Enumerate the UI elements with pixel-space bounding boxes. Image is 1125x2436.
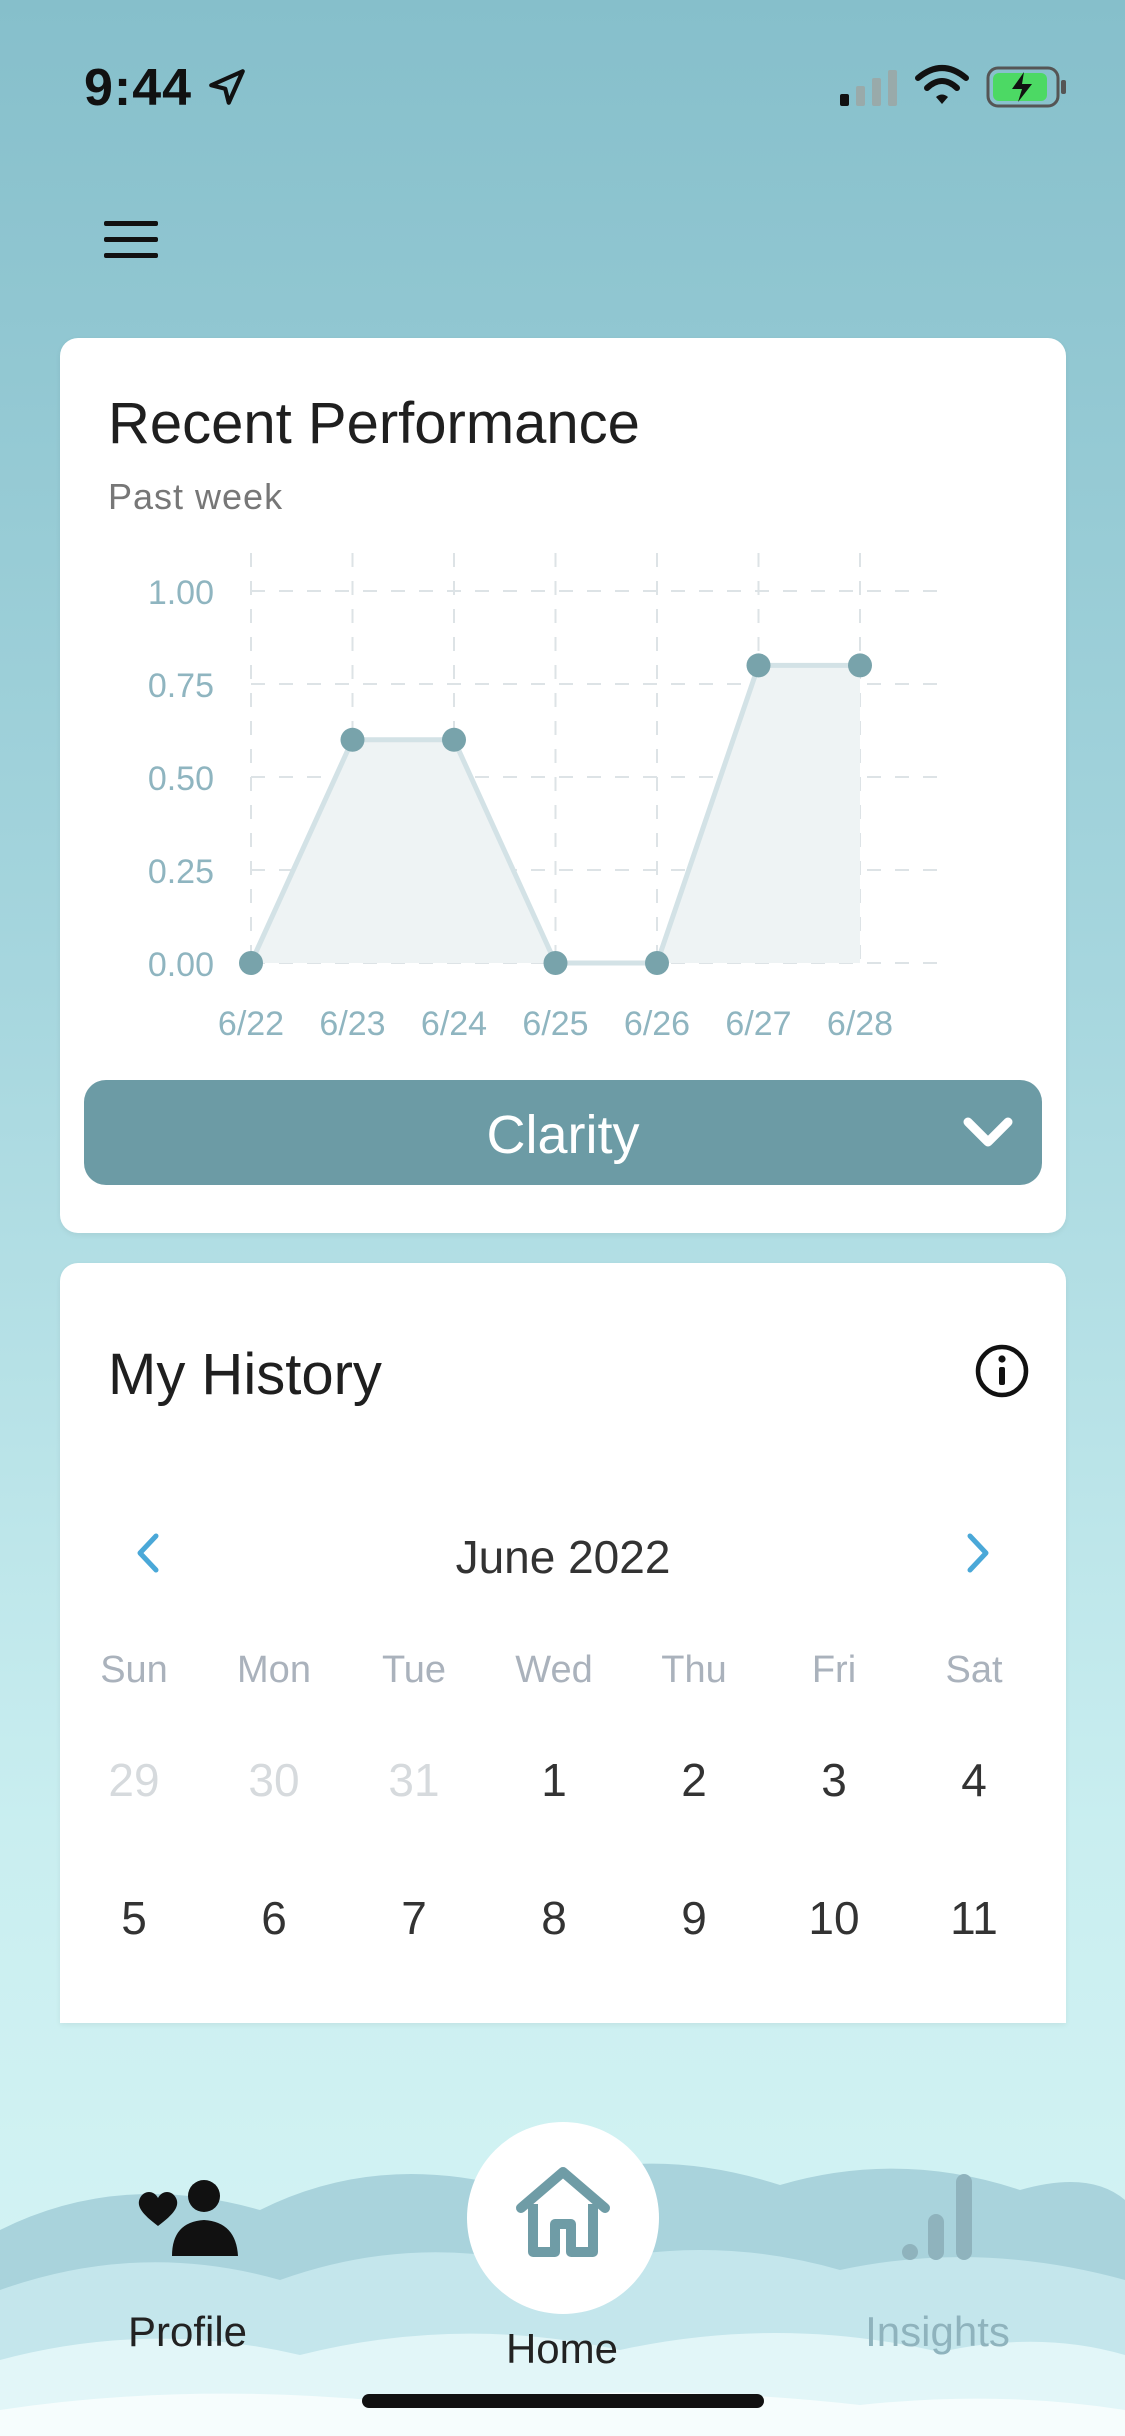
performance-title: Recent Performance (108, 391, 640, 456)
location-arrow-icon (209, 69, 245, 105)
chart-y-tick-label: 0.25 (148, 853, 214, 891)
nav-insights[interactable]: Insights (850, 2170, 1025, 2370)
home-icon (516, 2167, 610, 2257)
calendar-day[interactable]: 8 (484, 1891, 624, 1945)
chart-data-point (543, 951, 568, 975)
status-time: 9:44 (84, 59, 193, 117)
profile-heart-person-icon (138, 2180, 238, 2256)
weekday-label: Sat (945, 1649, 1003, 1691)
chart-y-tick-label: 1.00 (148, 574, 214, 612)
chart-x-tick-label: 6/26 (624, 1005, 690, 1043)
calendar-day[interactable]: 1 (484, 1753, 624, 1807)
metric-dropdown-value: Clarity (486, 1105, 640, 1165)
chevron-down-icon (963, 1117, 1013, 1147)
weekday-label: Thu (661, 1649, 727, 1691)
calendar-day[interactable]: 31 (344, 1753, 484, 1807)
chart-data-point (848, 653, 872, 678)
calendar-day[interactable]: 9 (624, 1891, 764, 1945)
wifi-icon (915, 65, 969, 104)
chart-y-tick-label: 0.75 (148, 667, 214, 705)
weekday-label: Fri (811, 1649, 857, 1691)
chart-x-tick-label: 6/22 (218, 1005, 284, 1043)
calendar-day[interactable]: 4 (904, 1753, 1044, 1807)
info-icon[interactable] (974, 1343, 1030, 1399)
chart-area-fill (251, 665, 860, 963)
calendar-week-row: 5 6 7 8 9 10 11 (64, 1891, 1044, 1945)
bar-chart-icon (902, 2174, 972, 2260)
nav-home[interactable] (467, 2122, 659, 2314)
chart-data-point (645, 951, 669, 975)
calendar-day[interactable]: 5 (64, 1891, 204, 1945)
cellular-signal-icon (840, 70, 897, 106)
metric-dropdown[interactable]: Clarity (84, 1080, 1042, 1185)
calendar-day[interactable]: 10 (764, 1891, 904, 1945)
calendar-day[interactable]: 29 (64, 1753, 204, 1807)
chart-data-point (442, 727, 466, 752)
weekday-header-row: Sun Mon Tue Wed Thu Fri Sat (64, 1649, 1044, 1692)
calendar-day[interactable]: 2 (624, 1753, 764, 1807)
calendar-day[interactable]: 30 (204, 1753, 344, 1807)
performance-subtitle: Past week (108, 476, 284, 517)
chart-series-line (248, 662, 860, 966)
nav-profile-label: Profile (127, 2308, 248, 2355)
chart-data-point (239, 951, 263, 975)
calendar-week-row: 29 30 31 1 2 3 4 (64, 1753, 1044, 1807)
calendar-day[interactable]: 3 (764, 1753, 904, 1807)
weekday-label: Sun (100, 1649, 168, 1691)
chart-x-tick-label: 6/24 (421, 1005, 487, 1043)
nav-home-label: Home (505, 2325, 619, 2372)
my-history-card: My History June 2022 Sun Mon Tue Wed Thu… (60, 1263, 1066, 2023)
hamburger-menu-icon[interactable] (100, 215, 164, 263)
recent-performance-card: Recent Performance Past week 0.00 0.25 0.5… (60, 338, 1066, 1233)
status-bar: 9:44 (0, 0, 1125, 150)
chart-y-tick-label: 0.00 (148, 946, 214, 984)
chart-x-tick-label: 6/28 (827, 1005, 893, 1043)
next-month-icon[interactable] (958, 1528, 998, 1578)
calendar-day[interactable]: 7 (344, 1891, 484, 1945)
chart-x-tick-label: 6/23 (319, 1005, 385, 1043)
chart-x-tick-label: 6/27 (725, 1005, 791, 1043)
chart-x-tick-label: 6/25 (522, 1005, 588, 1043)
chart-y-tick-label: 0.50 (148, 760, 214, 798)
weekday-label: Wed (515, 1649, 593, 1691)
history-title: My History (108, 1342, 382, 1407)
calendar-month-label: June 2022 (455, 1531, 671, 1583)
weekday-label: Tue (381, 1649, 447, 1691)
nav-insights-label: Insights (865, 2308, 1010, 2355)
chart-data-point (746, 653, 771, 678)
chart-data-point (340, 727, 365, 752)
weekday-label: Mon (237, 1649, 311, 1691)
calendar-day[interactable]: 6 (204, 1891, 344, 1945)
calendar-day[interactable]: 11 (904, 1891, 1044, 1945)
nav-profile[interactable]: Profile (100, 2178, 275, 2378)
home-indicator (362, 2394, 764, 2408)
battery-charging-icon (986, 66, 1066, 108)
